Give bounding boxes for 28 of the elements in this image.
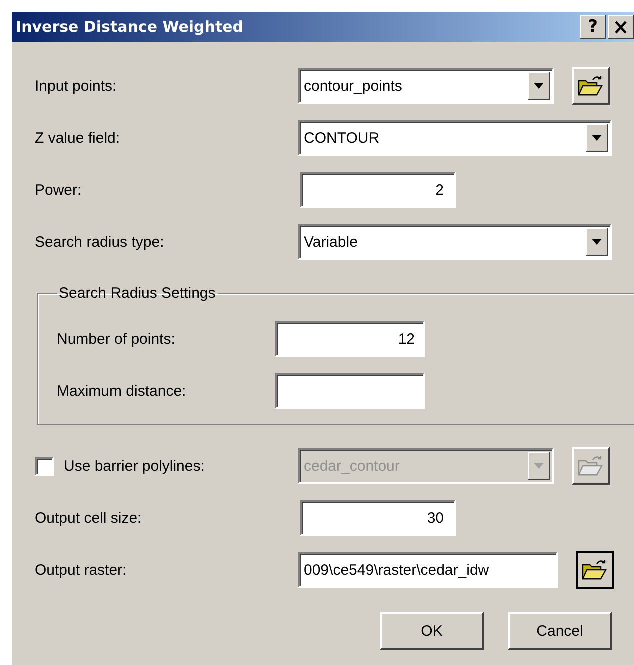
field-label: Use barrier polylines: bbox=[64, 458, 205, 474]
help-button[interactable]: ? bbox=[580, 15, 606, 39]
close-icon bbox=[614, 20, 628, 34]
ok-button[interactable]: OK bbox=[380, 612, 484, 650]
dropdown-field[interactable]: Variable bbox=[298, 224, 612, 260]
field-label: Search radius type: bbox=[35, 234, 164, 250]
group-title: Search Radius Settings bbox=[58, 285, 217, 302]
text-field[interactable] bbox=[275, 373, 425, 409]
field-label: Z value field: bbox=[35, 130, 120, 146]
window-title: Inverse Distance Weighted bbox=[16, 18, 244, 36]
folder-icon bbox=[578, 75, 604, 97]
folder-icon bbox=[582, 559, 608, 581]
field-label: Power: bbox=[35, 182, 82, 198]
dropdown-field[interactable]: contour_points bbox=[298, 68, 554, 104]
field-label: Number of points: bbox=[57, 330, 176, 348]
close-button[interactable] bbox=[608, 15, 634, 39]
cancel-button[interactable]: Cancel bbox=[508, 612, 612, 650]
dropdown-field[interactable]: CONTOUR bbox=[298, 120, 612, 156]
browse-button[interactable] bbox=[576, 551, 614, 589]
text-field[interactable]: 2 bbox=[300, 172, 456, 208]
folder-icon bbox=[578, 455, 604, 477]
field-label: Input points: bbox=[35, 78, 117, 94]
field-label: Output raster: bbox=[35, 562, 127, 578]
text-field[interactable]: 12 bbox=[275, 321, 425, 357]
text-field[interactable]: 009\ce549\raster\cedar_idw bbox=[298, 552, 558, 588]
field-label: Output cell size: bbox=[35, 510, 142, 526]
field-label: Maximum distance: bbox=[57, 382, 188, 400]
text-field[interactable]: 30 bbox=[300, 500, 456, 536]
